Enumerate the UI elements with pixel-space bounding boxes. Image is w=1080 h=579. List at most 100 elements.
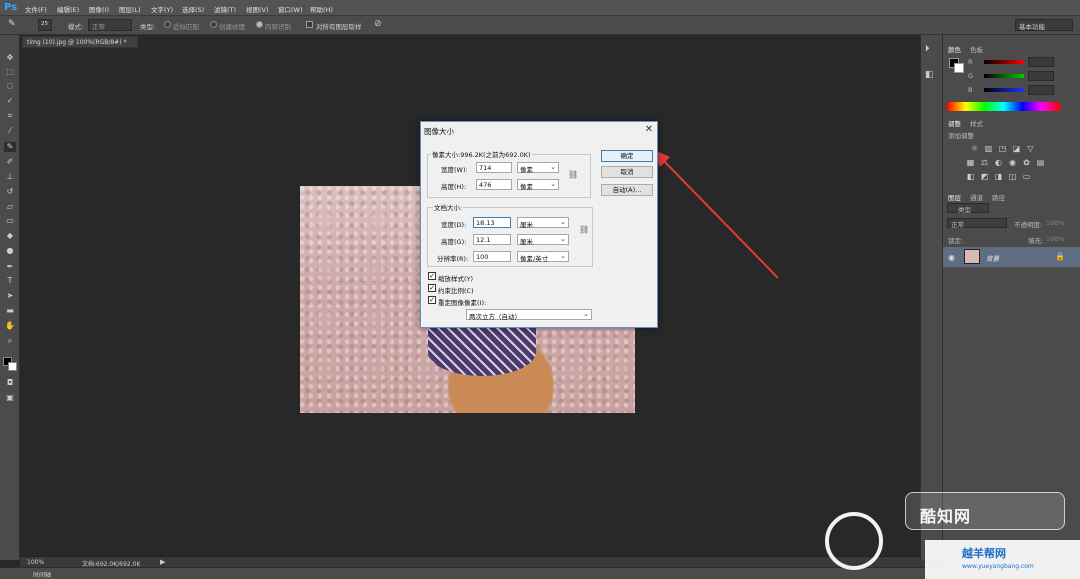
pressure-icon[interactable]: ⊘	[374, 19, 382, 29]
gradient-tool-icon[interactable]: ▭	[4, 216, 16, 226]
radio-content-aware[interactable]	[256, 21, 263, 28]
menu-filter[interactable]: 滤镜(T)	[214, 4, 236, 14]
selective-color-icon[interactable]: ◫	[1008, 172, 1017, 181]
radio-proximity-match[interactable]	[164, 21, 171, 28]
constrain-proportions-checkbox[interactable]: ✓	[428, 284, 436, 292]
layer-name[interactable]: 背景	[986, 253, 999, 263]
opacity-value[interactable]: 100%	[1046, 219, 1065, 227]
layer-visibility-eye-icon[interactable]: ◉	[948, 253, 955, 262]
panel-bg-swatch[interactable]	[954, 63, 964, 73]
blue-value[interactable]	[1028, 85, 1054, 95]
move-tool-icon[interactable]: ✥	[4, 53, 16, 63]
photo-filter-icon[interactable]: ◉	[1008, 158, 1017, 167]
menu-image[interactable]: 图像(I)	[89, 4, 109, 14]
bw-icon[interactable]: ◐	[994, 158, 1003, 167]
invert-icon[interactable]: ◧	[966, 172, 975, 181]
sample-all-checkbox[interactable]	[306, 21, 313, 28]
marquee-tool-icon[interactable]: ⬚	[4, 67, 16, 77]
menu-layer[interactable]: 图层(L)	[119, 4, 141, 14]
close-icon[interactable]: ✕	[644, 124, 654, 135]
vibrance-icon[interactable]: ▽	[1026, 144, 1035, 153]
eraser-tool-icon[interactable]: ▱	[4, 202, 16, 212]
quick-mask-icon[interactable]: ◘	[4, 378, 16, 388]
color-spectrum-bar[interactable]	[947, 102, 1060, 111]
timeline-label[interactable]: 时间轴	[33, 570, 51, 579]
scale-styles-checkbox[interactable]: ✓	[428, 272, 436, 280]
tab-channels[interactable]: 通道	[970, 192, 983, 202]
doc-width-input[interactable]: 18.13	[473, 217, 511, 228]
document-tab[interactable]: timg (10).jpg @ 100%(RGB/8#) *	[22, 36, 138, 48]
tab-adjustments[interactable]: 调整	[948, 118, 961, 128]
doc-height-unit-select[interactable]: 厘米 ⌄	[517, 234, 569, 246]
status-menu-arrow-icon[interactable]: ▶	[160, 558, 165, 566]
screen-mode-icon[interactable]: ▣	[4, 393, 16, 403]
dodge-tool-icon[interactable]: ●	[4, 246, 16, 256]
blue-slider[interactable]	[984, 88, 1024, 92]
menu-help[interactable]: 帮助(H)	[310, 4, 333, 14]
brush-tool-icon[interactable]: ✐	[4, 157, 16, 167]
menu-window[interactable]: 窗口(W)	[278, 4, 303, 14]
hand-tool-icon[interactable]: ✋	[4, 321, 16, 331]
doc-height-unit-value: 厘米	[520, 238, 533, 246]
shape-tool-icon[interactable]: ▬	[4, 306, 16, 316]
tab-layers[interactable]: 图层	[948, 192, 961, 202]
zoom-tool-icon[interactable]: ⌕	[4, 336, 16, 346]
spot-healing-brush-icon[interactable]: ✎	[8, 19, 20, 31]
radio-create-texture[interactable]	[210, 21, 217, 28]
menu-edit[interactable]: 编辑(E)	[57, 4, 79, 14]
lasso-tool-icon[interactable]: ◌	[4, 81, 16, 91]
properties-panel-icon[interactable]: ◧	[925, 70, 934, 80]
eyedropper-tool-icon[interactable]: ⁄	[4, 126, 16, 136]
tab-color[interactable]: 颜色	[948, 44, 961, 54]
hue-icon[interactable]: ▦	[966, 158, 975, 167]
menu-file[interactable]: 文件(F)	[25, 4, 47, 14]
resample-checkbox[interactable]: ✓	[428, 296, 436, 304]
gradient-map-icon[interactable]: ▭	[1022, 172, 1031, 181]
resample-method-select[interactable]: 两次立方（自动） ⌄	[466, 309, 592, 321]
blur-tool-icon[interactable]: ◆	[4, 231, 16, 241]
resolution-input[interactable]: 100	[473, 251, 511, 262]
chevron-down-icon: ⌄	[560, 252, 566, 260]
doc-height-input[interactable]: 12.1	[473, 234, 511, 245]
clone-stamp-tool-icon[interactable]: ⊥	[4, 172, 16, 182]
history-brush-tool-icon[interactable]: ↺	[4, 187, 16, 197]
tab-styles[interactable]: 样式	[970, 118, 983, 128]
menu-type[interactable]: 文字(Y)	[151, 4, 173, 14]
fill-value[interactable]: 100%	[1046, 235, 1065, 243]
menu-select[interactable]: 选择(S)	[182, 4, 204, 14]
pen-tool-icon[interactable]: ✒	[4, 262, 16, 272]
width-px-unit-select[interactable]: 像素 ⌄	[517, 162, 559, 174]
threshold-icon[interactable]: ◨	[994, 172, 1003, 181]
posterize-icon[interactable]: ◩	[980, 172, 989, 181]
brightness-icon[interactable]: ☼	[970, 144, 979, 153]
green-slider[interactable]	[984, 74, 1024, 78]
path-select-tool-icon[interactable]: ➤	[4, 291, 16, 301]
menu-view[interactable]: 视图(V)	[246, 4, 269, 14]
resolution-unit-select[interactable]: 像素/英寸 ⌄	[517, 251, 569, 263]
ok-button[interactable]: 确定	[601, 150, 653, 162]
red-slider[interactable]	[984, 60, 1024, 64]
red-value[interactable]	[1028, 57, 1054, 67]
green-value[interactable]	[1028, 71, 1054, 81]
quick-select-tool-icon[interactable]: ✓	[4, 96, 16, 106]
color-balance-icon[interactable]: ⚖	[980, 158, 989, 167]
tab-swatches[interactable]: 色板	[970, 44, 983, 54]
background-color-swatch[interactable]	[8, 362, 17, 371]
width-px-input[interactable]: 714	[476, 162, 512, 173]
cancel-button[interactable]: 取消	[601, 166, 653, 178]
levels-icon[interactable]: ▥	[984, 144, 993, 153]
doc-width-unit-select[interactable]: 厘米 ⌄	[517, 217, 569, 229]
type-tool-icon[interactable]: T	[4, 276, 16, 286]
healing-brush-tool-icon[interactable]: ✎	[4, 142, 16, 152]
tab-paths[interactable]: 路径	[992, 192, 1005, 202]
auto-button[interactable]: 自动(A)...	[601, 184, 653, 196]
history-panel-icon[interactable]: ⏵	[925, 44, 930, 54]
curves-icon[interactable]: ◳	[998, 144, 1007, 153]
zoom-level[interactable]: 100%	[27, 559, 44, 566]
crop-tool-icon[interactable]: ⌗	[4, 111, 16, 121]
height-px-unit-select[interactable]: 像素 ⌄	[517, 179, 559, 191]
color-lookup-icon[interactable]: ▤	[1036, 158, 1045, 167]
exposure-icon[interactable]: ◪	[1012, 144, 1021, 153]
channel-mixer-icon[interactable]: ✿	[1022, 158, 1031, 167]
height-px-input[interactable]: 476	[476, 179, 512, 190]
